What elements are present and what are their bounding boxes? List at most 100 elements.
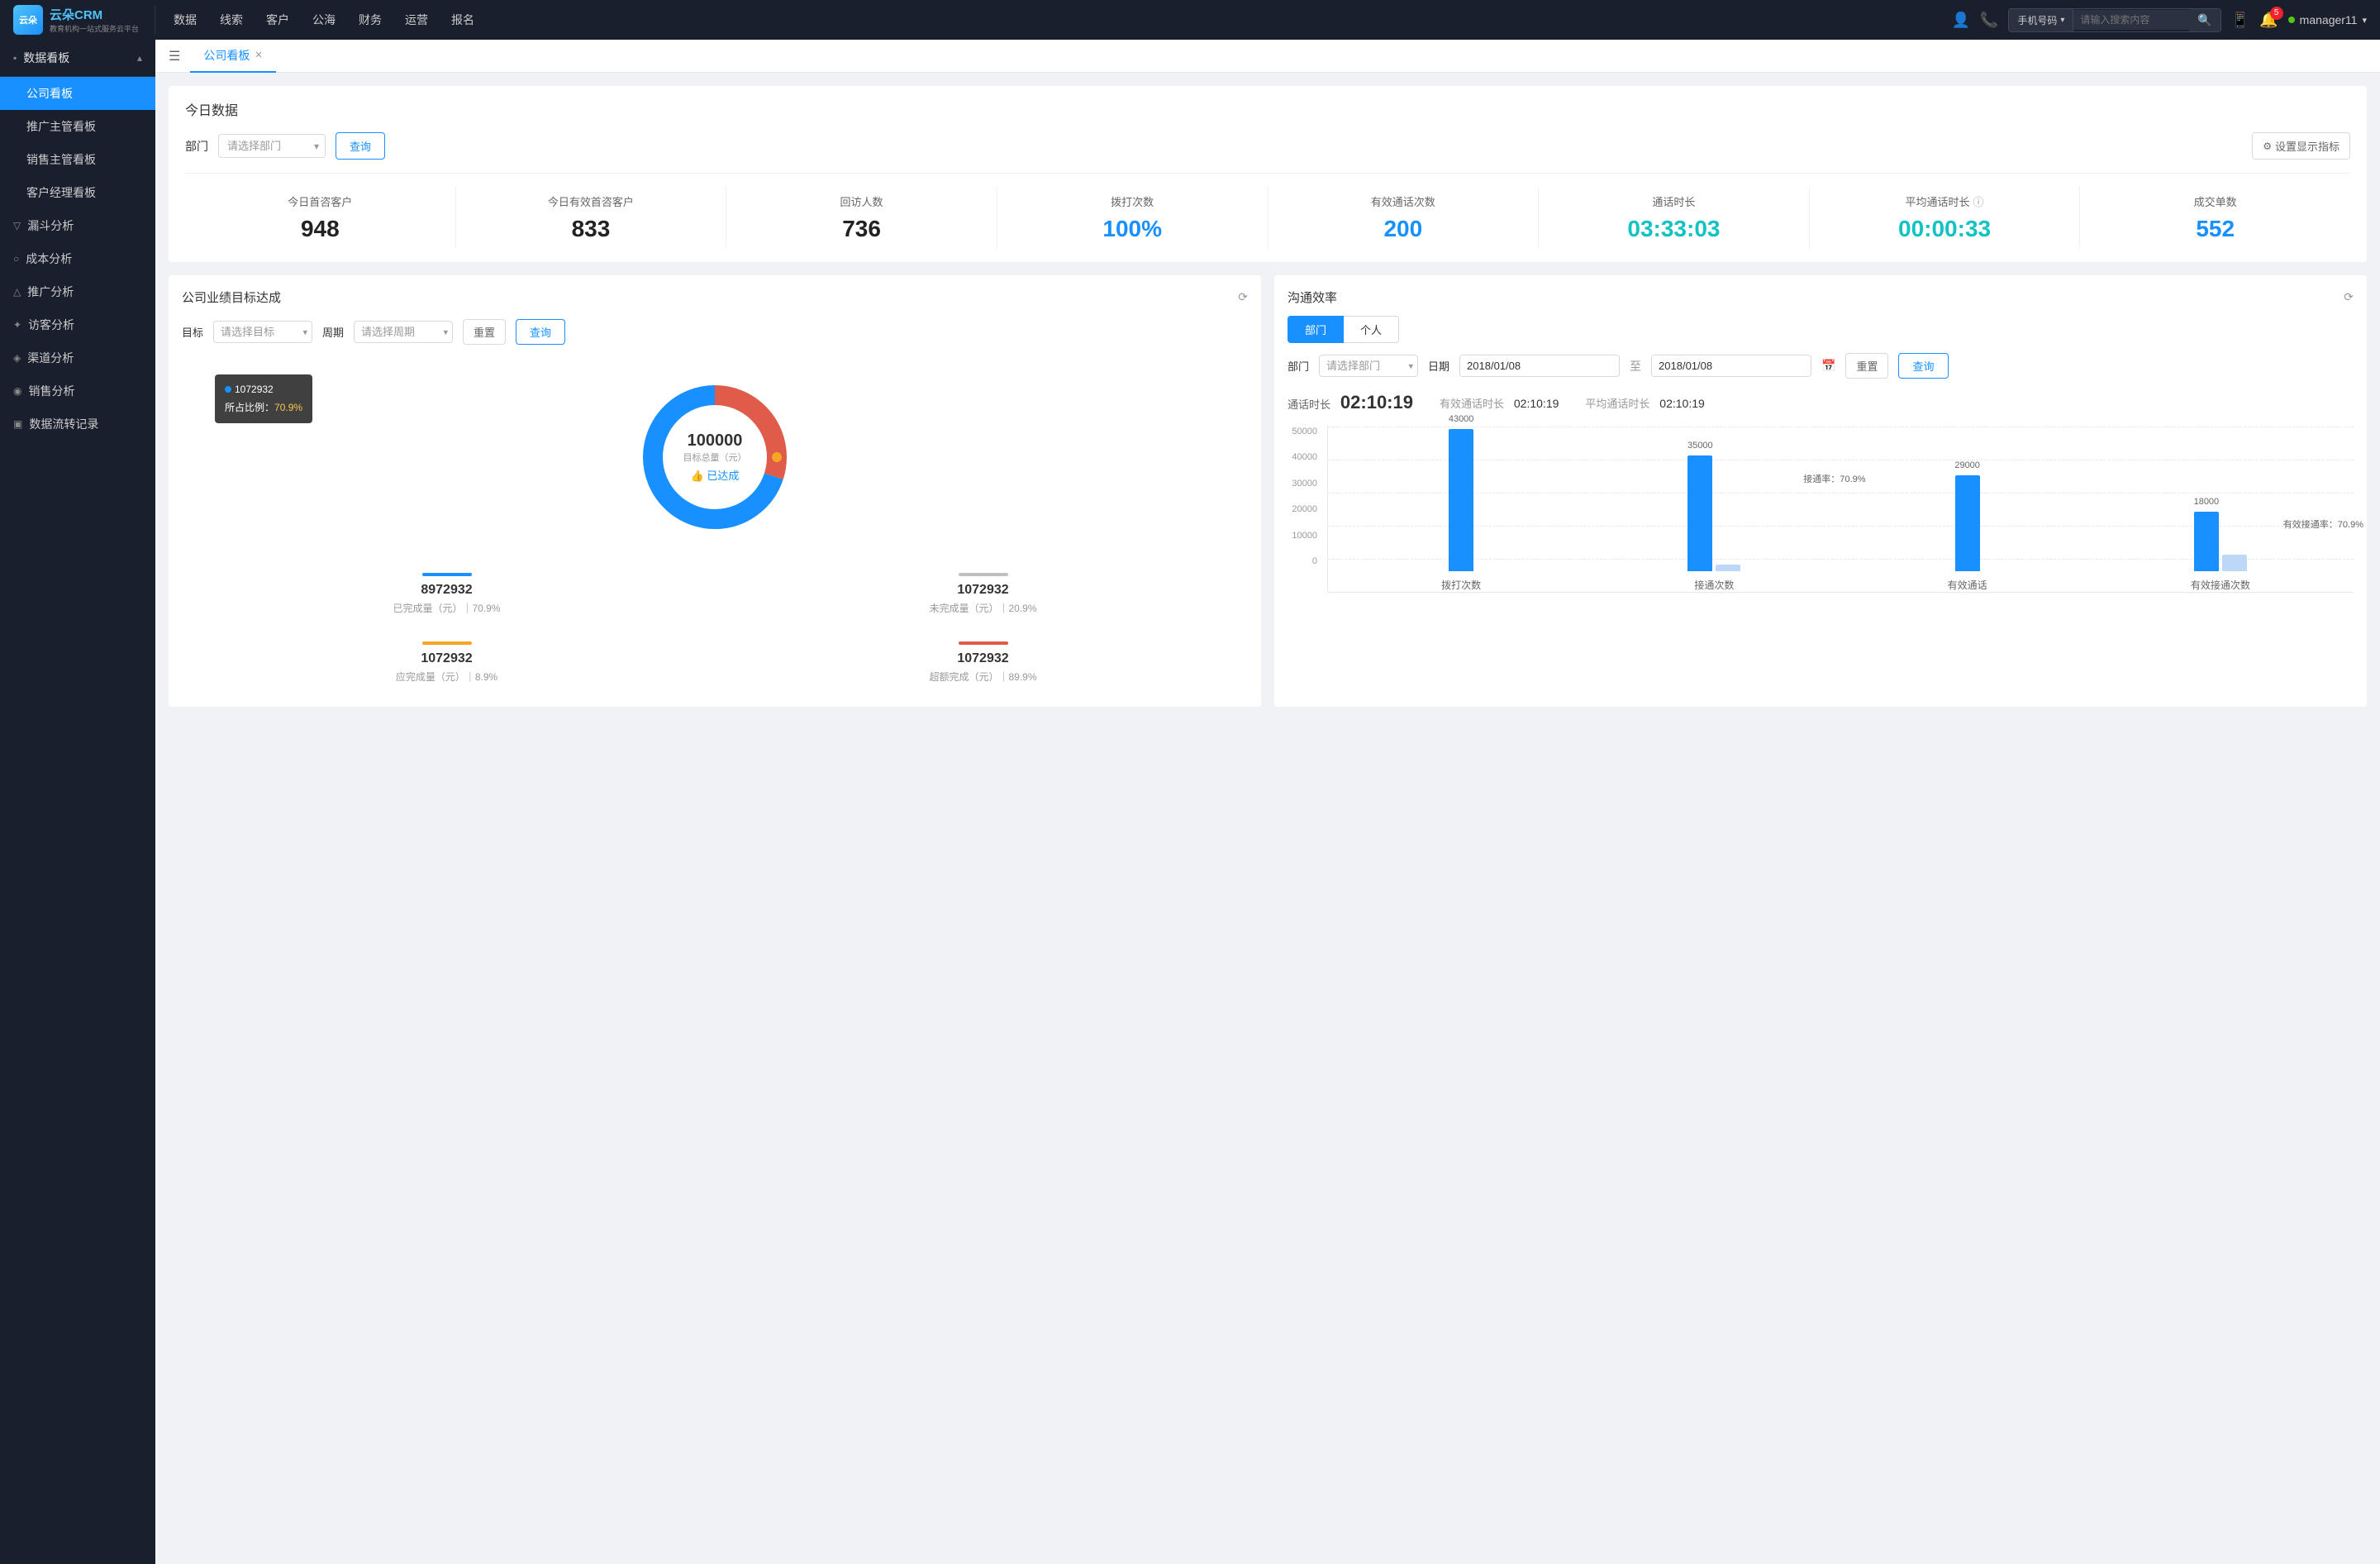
period-select[interactable]: 请选择周期 xyxy=(354,321,453,343)
bar-effective-connect-light xyxy=(2222,555,2247,571)
nav-item-sea[interactable]: 公海 xyxy=(301,5,347,35)
metric-call-duration-label: 通话时长 xyxy=(1545,193,1802,209)
sidebar-item-visitor[interactable]: ✦ 访客分析 xyxy=(0,308,155,341)
bar-connect-light xyxy=(1716,565,1740,571)
search-button[interactable]: 🔍 xyxy=(2189,9,2220,31)
y-label-50k: 50000 xyxy=(1288,427,1317,436)
tab-label: 公司看板 xyxy=(203,47,250,64)
dept-select[interactable]: 请选择部门 xyxy=(218,134,326,158)
nav-right: 👤 📞 手机号码 ▾ 🔍 📱 🔔 5 manager11 ▾ xyxy=(1952,8,2380,32)
target-incomplete-value: 1072932 xyxy=(725,583,1241,598)
bar-group-effective-label: 有效通话 xyxy=(1948,578,1987,592)
nav-item-leads[interactable]: 线索 xyxy=(208,5,255,35)
comm-refresh[interactable]: ⟳ xyxy=(2344,290,2354,304)
y-axis: 50000 40000 30000 20000 10000 0 xyxy=(1288,427,1324,566)
comm-avg-value: 02:10:19 xyxy=(1659,397,1705,410)
target-metric-should: 1072932 应完成量（元）｜8.9% xyxy=(182,632,712,694)
metric-dial-value: 100% xyxy=(1004,216,1261,242)
search-input[interactable] xyxy=(2073,10,2189,30)
comm-date-from[interactable] xyxy=(1459,355,1620,377)
bar-group-dial-label: 拨打次数 xyxy=(1441,578,1481,592)
connect-rate-label: 接通率：70.9% xyxy=(1803,472,1865,485)
tab-toggle[interactable]: ☰ xyxy=(169,48,180,64)
sidebar-item-sales-analysis[interactable]: ◉ 销售分析 xyxy=(0,374,155,408)
bar-chart: 50000 40000 30000 20000 10000 0 xyxy=(1288,427,2354,593)
comm-date-to[interactable] xyxy=(1651,355,1811,377)
comm-dept-select[interactable]: 请选择部门 xyxy=(1319,355,1418,377)
bar-group-connect-label: 接通次数 xyxy=(1694,578,1734,592)
sidebar-item-channel[interactable]: ◈ 渠道分析 xyxy=(0,341,155,374)
bar-group-effective: 29000 有效通话 xyxy=(1841,427,2094,592)
donut-center-text: 100000 目标总量（元） 👍 已达成 xyxy=(683,432,747,483)
nav-item-ops[interactable]: 运营 xyxy=(393,5,440,35)
user-icon[interactable]: 👤 xyxy=(1952,12,1970,29)
target-metric-completed: 8972932 已完成量（元）｜70.9% xyxy=(182,563,712,625)
metric-dial: 拨打次数 100% xyxy=(997,187,1269,249)
notification-icon[interactable]: 🔔 5 xyxy=(2259,12,2278,29)
target-metrics-grid: 8972932 已完成量（元）｜70.9% 1072932 未完成量（元）｜20… xyxy=(182,563,1248,694)
y-label-40k: 40000 xyxy=(1288,452,1317,462)
y-label-20k: 20000 xyxy=(1288,504,1317,514)
comm-filters: 部门 请选择部门 ▾ 日期 至 📅 重置 查询 xyxy=(1288,353,2354,379)
sidebar-collapse-icon[interactable]: ▴ xyxy=(137,52,142,64)
logo: 云朵 云朵CRM 教育机构一站式服务云平台 xyxy=(0,5,155,35)
sidebar-section-header[interactable]: ▪ 数据看板 ▴ xyxy=(0,40,155,77)
comm-tab-individual[interactable]: 个人 xyxy=(1344,316,1399,343)
settings-display-btn[interactable]: ⚙ 设置显示指标 xyxy=(2252,132,2350,160)
content-area: ☰ 公司看板 ✕ 今日数据 部门 请选择部门 ▾ xyxy=(155,40,2380,1564)
sidebar-item-cost[interactable]: ○ 成本分析 xyxy=(0,242,155,275)
sidebar-item-data-flow[interactable]: ▣ 数据流转记录 xyxy=(0,408,155,441)
target-select[interactable]: 请选择目标 xyxy=(213,321,312,343)
today-data-section: 今日数据 部门 请选择部门 ▾ 查询 ⚙ 设置显 xyxy=(169,86,2367,262)
comm-avg-label: 平均通话时长 xyxy=(1585,398,1649,410)
metric-new-consult: 今日首咨客户 948 xyxy=(185,187,456,249)
avg-duration-help-icon[interactable]: ⓘ xyxy=(1973,193,1984,209)
sidebar-item-funnel[interactable]: ▽ 漏斗分析 xyxy=(0,209,155,242)
sidebar-item-customer[interactable]: 客户经理看板 xyxy=(0,176,155,209)
target-over-label: 超额完成（元）｜89.9% xyxy=(725,670,1241,684)
sidebar-section-label: 数据看板 xyxy=(23,50,69,66)
tab-company[interactable]: 公司看板 ✕ xyxy=(190,40,275,73)
sidebar-item-sales[interactable]: 销售主管看板 xyxy=(0,143,155,176)
target-reset-btn[interactable]: 重置 xyxy=(463,319,506,345)
y-label-30k: 30000 xyxy=(1288,479,1317,489)
comm-effective-label: 有效通话时长 xyxy=(1440,398,1504,410)
nav-item-data[interactable]: 数据 xyxy=(162,5,208,35)
target-query-btn[interactable]: 查询 xyxy=(516,319,565,345)
metric-avg-duration-label: 平均通话时长 ⓘ xyxy=(1816,193,2073,209)
metrics-row: 今日首咨客户 948 今日有效首咨客户 833 回访人数 736 拨打次数 10… xyxy=(185,173,2350,249)
comm-date-label: 日期 xyxy=(1428,358,1449,374)
today-query-btn[interactable]: 查询 xyxy=(336,132,385,160)
phone-icon[interactable]: 📞 xyxy=(1980,12,1998,29)
tab-close-icon[interactable]: ✕ xyxy=(255,50,262,60)
bar-connect-blue: 35000 xyxy=(1687,455,1712,571)
metric-call-duration: 通话时长 03:33:03 xyxy=(1539,187,1810,249)
metric-effective-calls-value: 200 xyxy=(1275,216,1532,242)
metric-effective-calls: 有效通话次数 200 xyxy=(1269,187,1540,249)
comm-dept-label: 部门 xyxy=(1288,358,1309,374)
metric-call-duration-value: 03:33:03 xyxy=(1545,216,1802,242)
sidebar-item-promo-analysis[interactable]: △ 推广分析 xyxy=(0,275,155,308)
metric-deals: 成交单数 552 xyxy=(2080,187,2350,249)
company-target-refresh[interactable]: ⟳ xyxy=(1238,290,1248,304)
comm-calendar-icon[interactable]: 📅 xyxy=(1821,359,1835,373)
sidebar-item-company[interactable]: 公司看板 xyxy=(0,77,155,110)
nav-item-signup[interactable]: 报名 xyxy=(440,5,486,35)
comm-query-btn[interactable]: 查询 xyxy=(1898,353,1948,379)
tab-bar: ☰ 公司看板 ✕ xyxy=(155,40,2380,73)
comm-date-sep: 至 xyxy=(1630,358,1641,374)
bar-effective-blue: 29000 xyxy=(1955,475,1980,571)
period-label: 周期 xyxy=(322,324,344,340)
sidebar-item-promo[interactable]: 推广主管看板 xyxy=(0,110,155,143)
y-label-0: 0 xyxy=(1288,556,1317,566)
nav-item-finance[interactable]: 财务 xyxy=(347,5,393,35)
comm-tab-dept[interactable]: 部门 xyxy=(1288,316,1344,343)
dept-select-wrapper: 请选择部门 ▾ xyxy=(218,134,326,158)
donut-tooltip: 1072932 所占比例：70.9% xyxy=(215,374,312,423)
mobile-icon[interactable]: 📱 xyxy=(2231,12,2249,29)
comm-reset-btn[interactable]: 重置 xyxy=(1845,353,1888,379)
search-bar: 手机号码 ▾ 🔍 xyxy=(2008,8,2221,32)
nav-item-clients[interactable]: 客户 xyxy=(255,5,301,35)
user-profile[interactable]: manager11 ▾ xyxy=(2288,13,2367,26)
search-type-select[interactable]: 手机号码 ▾ xyxy=(2009,9,2073,31)
